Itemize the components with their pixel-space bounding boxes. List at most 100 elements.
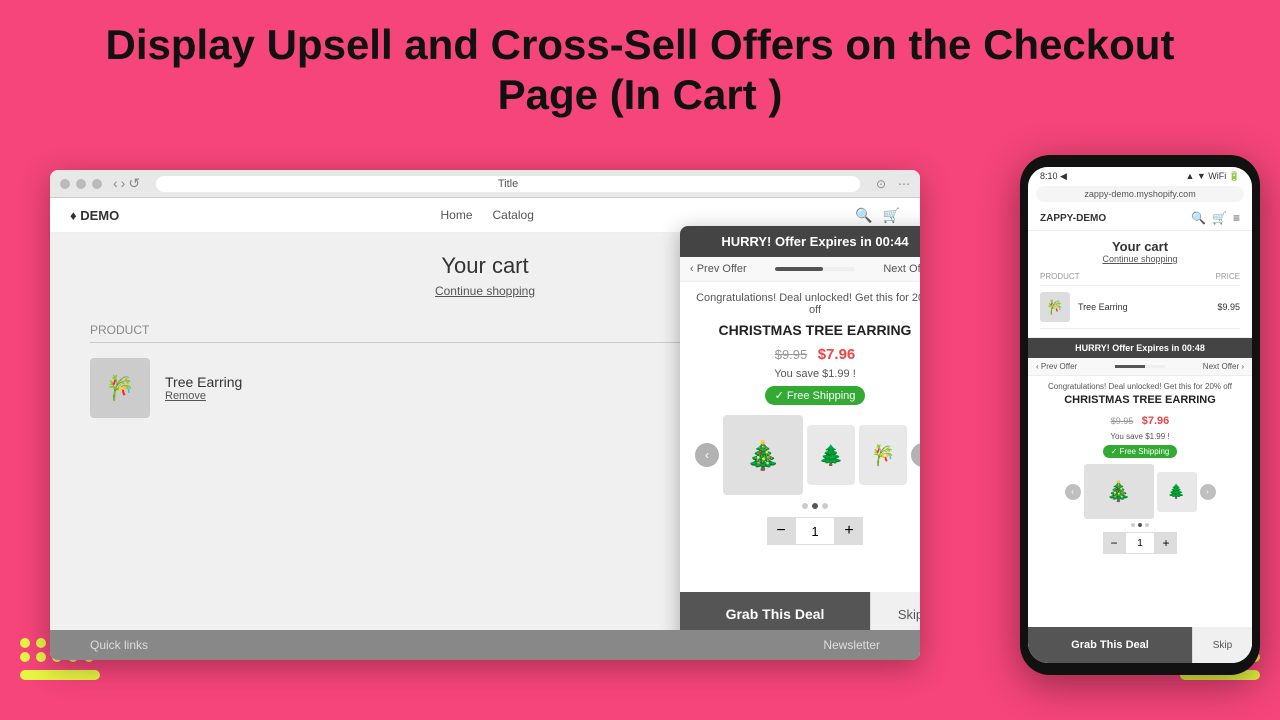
back-icon[interactable]: ‹ — [113, 175, 118, 192]
popup-congrats: Congratulations! Deal unlocked! Get this… — [695, 292, 920, 316]
phone-next-offer[interactable]: Next Offer › — [1203, 362, 1244, 371]
phone-qty-increase[interactable]: + — [1155, 532, 1177, 554]
nav-catalog[interactable]: Catalog — [493, 208, 534, 222]
search-icon[interactable]: 🔍 — [855, 207, 872, 224]
phone-shop-header: ZAPPY-DEMO 🔍 🛒 ≡ — [1028, 206, 1252, 231]
browser-nav: ‹ › ↺ — [113, 175, 140, 192]
popup-progress-bar — [775, 267, 855, 271]
shop-footer: Quick links Newsletter — [50, 630, 920, 660]
phone-screen: 8:10 ◀ ▲ ▼ WiFi 🔋 zappy-demo.myshopify.c… — [1028, 167, 1252, 663]
browser-url-bar[interactable]: Title — [156, 176, 860, 192]
browser-toolbar: ‹ › ↺ Title ⊙ ⋯ — [50, 170, 920, 198]
cart-icon[interactable]: 🛒 — [883, 207, 900, 224]
next-offer-button[interactable]: Next Offer › — [883, 263, 920, 275]
url-text: Title — [498, 178, 518, 190]
phone-search-icon[interactable]: 🔍 — [1191, 211, 1206, 225]
popup-product-title: CHRISTMAS TREE EARRING — [695, 322, 920, 338]
nav-home[interactable]: Home — [440, 208, 472, 222]
phone-col-product: PRODUCT — [1040, 272, 1080, 281]
phone-image-dots — [1038, 523, 1242, 527]
browser-settings-icon[interactable]: ⊙ — [876, 177, 886, 191]
phone-item-price: $9.95 — [1217, 302, 1240, 312]
popup-timer: HURRY! Offer Expires in 00:44 — [680, 226, 920, 257]
popup-next-image-button[interactable]: › — [911, 443, 920, 467]
browser-mockup: ‹ › ↺ Title ⊙ ⋯ ♦ DEMO Home Catalog 🔍 🛒 … — [50, 170, 920, 660]
phone-popup-product-title: CHRISTMAS TREE EARRING — [1038, 394, 1242, 406]
popup-dot-1 — [802, 503, 808, 509]
phone-next-img-btn[interactable]: › — [1200, 484, 1216, 500]
browser-menu-icon[interactable]: ⋯ — [898, 177, 910, 191]
browser-dot-green — [92, 179, 102, 189]
dot — [20, 638, 30, 648]
popup-old-price: $9.95 — [775, 347, 808, 362]
phone-col-price: PRICE — [1216, 272, 1240, 281]
popup-savings: You save $1.99 ! — [695, 368, 920, 380]
phone-prev-offer[interactable]: ‹ Prev Offer — [1036, 362, 1077, 371]
cart-item-image: 🎋 — [90, 358, 150, 418]
phone-popup-nav: ‹ Prev Offer Next Offer › — [1028, 358, 1252, 376]
refresh-icon[interactable]: ↺ — [128, 175, 140, 192]
phone-prev-img-btn[interactable]: ‹ — [1065, 484, 1081, 500]
phone-popup-body: Congratulations! Deal unlocked! Get this… — [1028, 376, 1252, 627]
popup-quantity: − 1 + — [695, 517, 920, 545]
popup-side-image-1: 🌲 — [807, 425, 855, 485]
phone-shop-logo: ZAPPY-DEMO — [1040, 213, 1106, 224]
browser-content: ♦ DEMO Home Catalog 🔍 🛒 Your cart Contin… — [50, 198, 920, 660]
phone-mockup: 8:10 ◀ ▲ ▼ WiFi 🔋 zappy-demo.myshopify.c… — [1020, 155, 1260, 675]
popup-side-image-2: 🎋 — [859, 425, 907, 485]
phone-popup-images: ‹ 🎄 🌲 › — [1038, 464, 1242, 519]
page-title: Display Upsell and Cross-Sell Offers on … — [0, 0, 1280, 136]
phone-skip-button[interactable]: Skip — [1192, 627, 1252, 663]
forward-icon[interactable]: › — [121, 175, 126, 192]
qty-decrease-button[interactable]: − — [767, 517, 795, 545]
phone-cart-content: Your cart Continue shopping PRODUCT PRIC… — [1028, 231, 1252, 337]
phone-free-shipping: ✓ Free Shipping — [1103, 445, 1178, 458]
upsell-popup: HURRY! Offer Expires in 00:44 ‹ Prev Off… — [680, 226, 920, 656]
phone-item-image: 🎋 — [1040, 292, 1070, 322]
phone-popup-timer: HURRY! Offer Expires in 00:48 — [1028, 338, 1252, 358]
popup-dot-3 — [822, 503, 828, 509]
phone-grab-deal-button[interactable]: Grab This Deal — [1028, 627, 1192, 663]
popup-progress-fill — [775, 267, 823, 271]
popup-new-price: $7.96 — [818, 346, 856, 363]
popup-images: ‹ 🎄 🌲 🎋 › — [695, 415, 920, 495]
phone-upsell-popup: HURRY! Offer Expires in 00:48 ‹ Prev Off… — [1028, 337, 1252, 663]
yellow-bar — [20, 670, 100, 680]
footer-newsletter: Newsletter — [823, 638, 880, 652]
browser-dot-red — [60, 179, 70, 189]
phone-url-bar[interactable]: zappy-demo.myshopify.com — [1036, 186, 1244, 202]
phone-item-name: Tree Earring — [1078, 302, 1209, 312]
shop-nav: Home Catalog — [440, 208, 533, 222]
dot — [36, 638, 46, 648]
phone-url-text: zappy-demo.myshopify.com — [1084, 189, 1195, 199]
browser-dot-yellow — [76, 179, 86, 189]
popup-pricing: $9.95 $7.96 — [695, 346, 920, 364]
phone-status-icons: ▲ ▼ WiFi 🔋 — [1185, 171, 1240, 182]
popup-image-dots — [695, 503, 920, 509]
phone-cart-title: Your cart — [1040, 239, 1240, 254]
phone-qty-decrease[interactable]: − — [1103, 532, 1125, 554]
popup-dot-2[interactable] — [812, 503, 818, 509]
popup-prev-image-button[interactable]: ‹ — [695, 443, 719, 467]
popup-nav-bar: ‹ Prev Offer Next Offer › — [680, 257, 920, 282]
phone-time: 8:10 ◀ — [1040, 171, 1067, 182]
phone-main-image: 🎄 — [1084, 464, 1154, 519]
qty-increase-button[interactable]: + — [835, 517, 863, 545]
phone-dot-3 — [1145, 523, 1149, 527]
phone-old-price: $9.95 — [1111, 416, 1134, 426]
popup-main-image: 🎄 — [723, 415, 803, 495]
phone-qty-value: 1 — [1125, 532, 1155, 554]
phone-menu-icon[interactable]: ≡ — [1233, 211, 1240, 225]
phone-table-header: PRODUCT PRICE — [1040, 272, 1240, 286]
col-product: PRODUCT — [90, 323, 149, 337]
phone-popup-pricing: $9.95 $7.96 — [1038, 411, 1242, 429]
phone-dot-1 — [1131, 523, 1135, 527]
phone-cart-icon[interactable]: 🛒 — [1212, 211, 1227, 225]
phone-dot-2[interactable] — [1138, 523, 1142, 527]
phone-quantity: − 1 + — [1038, 532, 1242, 554]
shop-logo: ♦ DEMO — [70, 208, 119, 223]
shop-icons: 🔍 🛒 — [855, 207, 900, 224]
phone-continue-shopping[interactable]: Continue shopping — [1040, 254, 1240, 264]
prev-offer-button[interactable]: ‹ Prev Offer — [690, 263, 747, 275]
phone-savings: You save $1.99 ! — [1038, 432, 1242, 441]
